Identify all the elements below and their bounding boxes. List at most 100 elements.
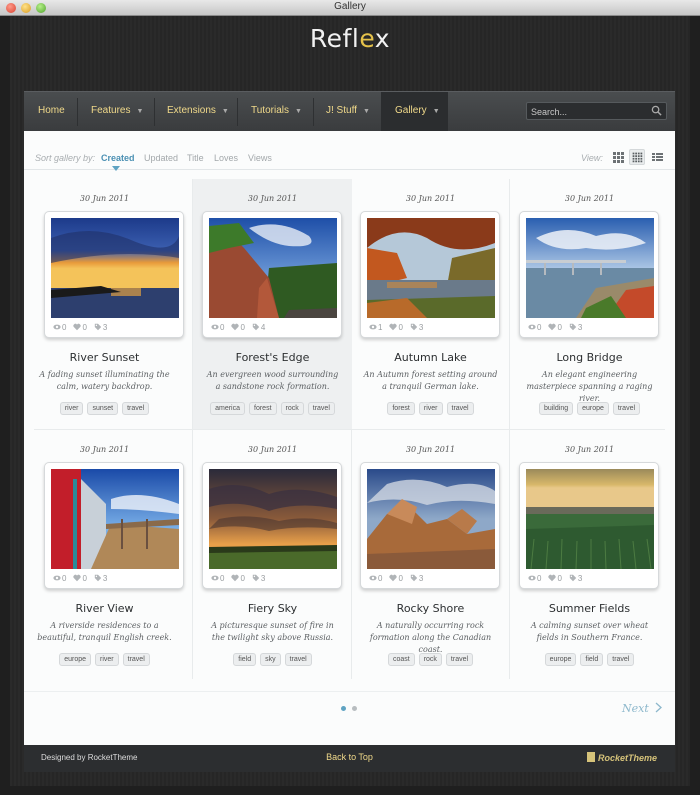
tag[interactable]: travel xyxy=(284,653,312,666)
main-navigation: Home Features ▼ Extensions ▼ Tutorials ▼ J!… xyxy=(24,91,675,132)
tag[interactable]: coast xyxy=(387,653,415,666)
pagination: Next xyxy=(24,691,675,731)
item-date: 30 Jun 2011 xyxy=(405,194,456,203)
gallery-item: 30 Jun 2011 xyxy=(25,430,184,680)
gallery-item: 30 Jun 2011 003 River Sunset A fading su… xyxy=(25,179,184,429)
heart-icon xyxy=(389,574,398,582)
tag-icon xyxy=(410,323,418,331)
gallery-item: 30 Jun 2011 003 Summer Fields A calming … xyxy=(510,430,669,680)
views-count: 0 xyxy=(220,574,225,583)
item-description: An Autumn forest setting around a tranqu… xyxy=(363,370,498,391)
tag[interactable]: rock xyxy=(418,653,442,666)
tag[interactable]: sunset xyxy=(87,402,119,415)
tag[interactable]: sky xyxy=(260,653,281,666)
tag[interactable]: forest xyxy=(249,402,277,415)
view-grid-small-button[interactable] xyxy=(629,149,645,165)
item-title[interactable]: River Sunset xyxy=(25,351,184,364)
sort-option-updated[interactable]: Updated xyxy=(144,153,178,163)
item-thumbnail-card[interactable]: 0 0 3 xyxy=(360,462,500,589)
nav-label: Extensions xyxy=(167,105,216,116)
item-image xyxy=(526,218,654,318)
tag[interactable]: travel xyxy=(445,653,474,666)
nav-item-extensions[interactable]: Extensions ▼ xyxy=(167,92,229,132)
eye-icon xyxy=(528,575,536,581)
item-thumbnail-card[interactable]: 0 0 3 xyxy=(519,462,659,589)
page-dot-1[interactable] xyxy=(341,706,346,711)
tag[interactable]: travel xyxy=(607,653,635,666)
tag[interactable]: travel xyxy=(122,402,150,415)
loves-count: 0 xyxy=(557,323,562,332)
item-thumbnail-card[interactable]: 0 0 3 xyxy=(44,211,184,338)
item-title[interactable]: Rocky Shore xyxy=(351,602,510,615)
chevron-right-icon xyxy=(655,702,663,713)
tag-icon xyxy=(252,574,260,582)
nav-item-tutorials[interactable]: Tutorials ▼ xyxy=(251,92,302,132)
tag[interactable]: travel xyxy=(612,402,641,415)
item-date: 30 Jun 2011 xyxy=(79,194,130,203)
item-thumbnail-card[interactable]: 0 0 4 xyxy=(202,211,342,338)
nav-item-gallery[interactable]: Gallery ▼ xyxy=(381,92,448,132)
logo-text: Refl xyxy=(309,24,360,53)
item-title[interactable]: Autumn Lake xyxy=(351,351,510,364)
item-title[interactable]: Long Bridge xyxy=(510,351,669,364)
back-to-top-link[interactable]: Back to Top xyxy=(24,752,675,762)
item-title[interactable]: Forest's Edge xyxy=(193,351,352,364)
tag[interactable]: rock xyxy=(280,402,304,415)
site-logo[interactable]: Reflex xyxy=(0,24,700,53)
nav-item-j-stuff[interactable]: J! Stuff ▼ xyxy=(326,92,370,132)
item-title[interactable]: River View xyxy=(25,602,184,615)
tag[interactable]: river xyxy=(418,402,443,415)
tag[interactable]: building xyxy=(538,402,574,415)
search-box xyxy=(526,102,667,120)
search-icon[interactable] xyxy=(651,105,662,116)
tag[interactable]: field xyxy=(580,653,604,666)
loves-count: 0 xyxy=(398,574,403,583)
item-description: A calming sunset over wheat fields in So… xyxy=(530,621,649,642)
tag[interactable]: europe xyxy=(59,653,92,666)
tags-count: 3 xyxy=(102,574,108,583)
loves-count: 0 xyxy=(557,574,562,583)
tag[interactable]: travel xyxy=(446,402,474,415)
item-image xyxy=(209,469,337,569)
tag[interactable]: river xyxy=(59,402,84,415)
tag[interactable]: river xyxy=(95,653,119,666)
item-description: A picturesque sunset of fire in the twil… xyxy=(211,621,334,642)
item-thumbnail-card[interactable]: 0 0 3 xyxy=(202,462,342,589)
item-title[interactable]: Fiery Sky xyxy=(193,602,352,615)
sort-option-title[interactable]: Title xyxy=(187,153,204,163)
tag[interactable]: europe xyxy=(544,653,577,666)
item-stats: 0 0 3 xyxy=(53,323,114,332)
gallery-item: 30 Jun 2011 xyxy=(510,179,669,429)
window-title: Gallery xyxy=(334,1,366,12)
nav-item-home[interactable]: Home xyxy=(38,92,65,132)
views-count: 0 xyxy=(378,574,383,583)
sort-option-loves[interactable]: Loves xyxy=(214,153,238,163)
tag[interactable]: europe xyxy=(577,402,609,415)
sort-option-created[interactable]: Created xyxy=(101,153,135,163)
gallery-item: 30 Jun 2011 004 Forest's Edge An evergre… xyxy=(193,179,352,429)
view-grid-large-button[interactable] xyxy=(610,149,626,165)
item-thumbnail-card[interactable]: 1 0 3 xyxy=(360,211,500,338)
item-title[interactable]: Summer Fields xyxy=(510,602,669,615)
tag[interactable]: forest xyxy=(387,402,415,415)
heart-icon xyxy=(548,323,557,331)
tag[interactable]: america xyxy=(210,402,246,415)
next-page-link[interactable]: Next xyxy=(622,702,663,715)
item-image xyxy=(367,218,495,318)
item-date: 30 Jun 2011 xyxy=(247,445,298,454)
item-thumbnail-card[interactable]: 0 0 3 xyxy=(519,211,659,338)
window-titlebar: Gallery xyxy=(0,0,700,16)
search-input[interactable] xyxy=(531,105,646,118)
tag[interactable]: field xyxy=(233,653,257,666)
tag[interactable]: travel xyxy=(122,653,150,666)
page-dot-2[interactable] xyxy=(352,706,357,711)
tags-count: 3 xyxy=(260,574,266,583)
rockettheme-logo[interactable]: RocketTheme xyxy=(586,752,657,763)
eye-icon xyxy=(211,575,219,581)
tag[interactable]: travel xyxy=(307,402,335,415)
sort-option-views[interactable]: Views xyxy=(248,153,272,163)
item-thumbnail-card[interactable]: 0 0 3 xyxy=(44,462,184,589)
tags-count: 4 xyxy=(260,323,266,332)
view-list-button[interactable] xyxy=(649,149,665,165)
nav-item-features[interactable]: Features ▼ xyxy=(91,92,143,132)
